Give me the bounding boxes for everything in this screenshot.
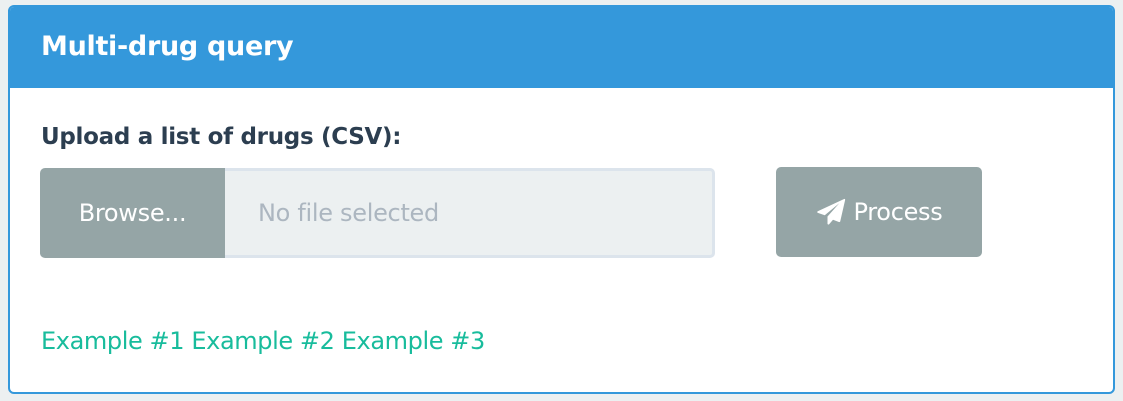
examples-links: Example #1 Example #2 Example #3 (41, 327, 485, 355)
example-3-link[interactable]: Example #3 (342, 327, 486, 355)
example-1-link[interactable]: Example #1 (41, 327, 185, 355)
process-button-label: Process (853, 198, 943, 226)
example-2-link[interactable]: Example #2 (191, 327, 335, 355)
multi-drug-query-panel: Multi-drug query Upload a list of drugs … (8, 5, 1115, 394)
panel-body: Upload a list of drugs (CSV): Browse... … (10, 88, 1113, 392)
upload-label: Upload a list of drugs (CSV): (41, 124, 402, 150)
browse-button[interactable]: Browse... (40, 168, 225, 258)
file-input-group: Browse... No file selected (40, 168, 717, 260)
process-button[interactable]: Process (776, 167, 982, 257)
panel-heading: Multi-drug query (10, 7, 1113, 88)
paper-plane-icon (816, 197, 846, 227)
file-name-field[interactable]: No file selected (225, 168, 715, 258)
panel-title: Multi-drug query (41, 30, 294, 62)
